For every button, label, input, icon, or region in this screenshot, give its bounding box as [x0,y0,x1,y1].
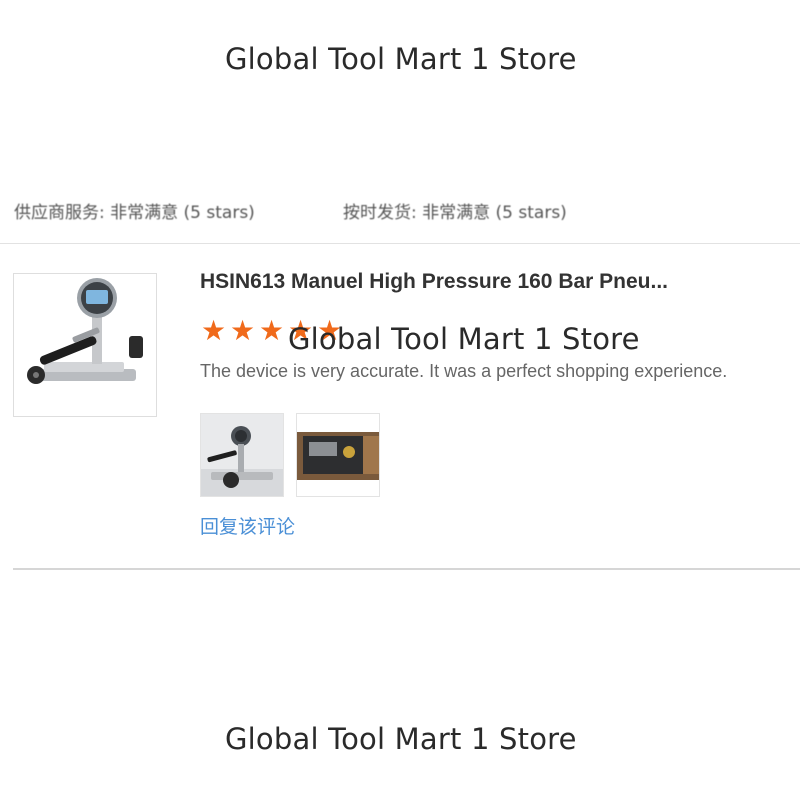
review-photo-1[interactable] [200,413,284,497]
pressure-pump-photo-icon [201,414,283,496]
supplier-service-rating: 供应商服务: 非常满意 (5 stars) [14,203,255,223]
reply-to-review-link[interactable]: 回复该评论 [200,512,295,539]
star-icon: ★ [200,314,227,347]
divider [13,568,800,570]
pressure-pump-icon [27,278,143,384]
shipping-speed-rating: 按时发货: 非常满意 (5 stars) [343,203,567,223]
star-icon: ★ [258,314,285,347]
review-comment: The device is very accurate. It was a pe… [200,361,728,381]
review-photo-2[interactable] [296,413,380,497]
star-icon: ★ [229,314,256,347]
product-thumbnail[interactable] [13,273,157,417]
store-watermark-top: Global Tool Mart 1 Store [225,42,577,76]
previous-review-ratings: 供应商服务: 非常满意 (5 stars) 按时发货: 非常满意 (5 star… [0,196,800,224]
instrument-case-photo-icon [297,414,379,496]
divider [0,243,800,244]
store-watermark-bottom: Global Tool Mart 1 Store [225,722,577,756]
store-watermark-middle: Global Tool Mart 1 Store [288,322,640,356]
product-title-link[interactable]: HSIN613 Manuel High Pressure 160 Bar Pne… [200,270,668,294]
